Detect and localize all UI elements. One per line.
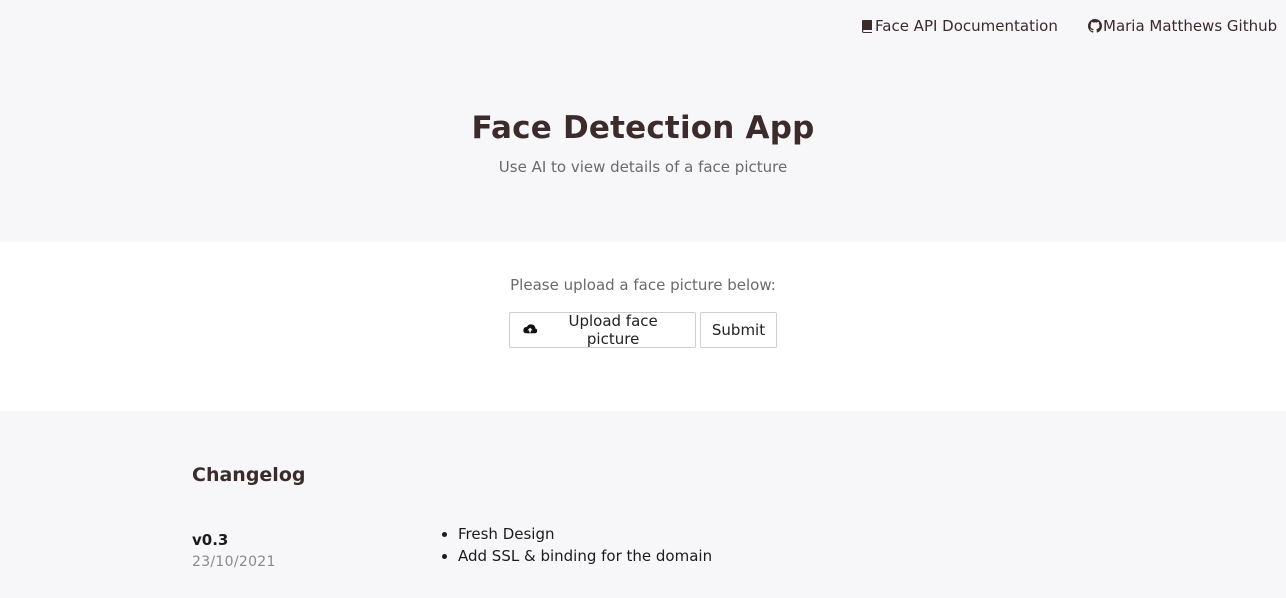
changelog-version: v0.3 xyxy=(192,531,229,549)
changelog-heading: Changelog xyxy=(192,464,306,486)
book-icon xyxy=(862,20,872,33)
github-icon xyxy=(1088,19,1102,33)
github-link[interactable]: Maria Matthews Github xyxy=(1088,17,1277,35)
upload-button-label: Upload face picture xyxy=(568,312,658,348)
face-api-documentation-label: Face API Documentation xyxy=(875,17,1058,35)
changelog-date: 23/10/2021 xyxy=(192,554,276,570)
face-api-documentation-link[interactable]: Face API Documentation xyxy=(861,17,1058,35)
github-label: Maria Matthews Github xyxy=(1103,17,1278,35)
page-subtitle: Use AI to view details of a face picture xyxy=(498,158,788,176)
list-item: Add SSL & binding for the domain xyxy=(458,545,712,567)
upload-face-picture-button[interactable]: Upload face picture xyxy=(509,312,696,348)
cloud-upload-icon xyxy=(523,324,538,334)
changelog-section: Changelog v0.3 23/10/2021 Fresh Design A… xyxy=(0,411,1286,598)
page-title: Face Detection App xyxy=(471,110,815,146)
list-item: Fresh Design xyxy=(458,523,712,545)
submit-button[interactable]: Submit xyxy=(700,312,777,348)
top-nav: Face API Documentation Maria Matthews Gi… xyxy=(0,0,1286,52)
upload-prompt: Please upload a face picture below: xyxy=(510,276,776,294)
hero-section: Face Detection App Use AI to view detail… xyxy=(0,52,1286,242)
upload-section: Please upload a face picture below: Uplo… xyxy=(0,242,1286,411)
changelog-changes-list: Fresh Design Add SSL & binding for the d… xyxy=(438,523,712,567)
